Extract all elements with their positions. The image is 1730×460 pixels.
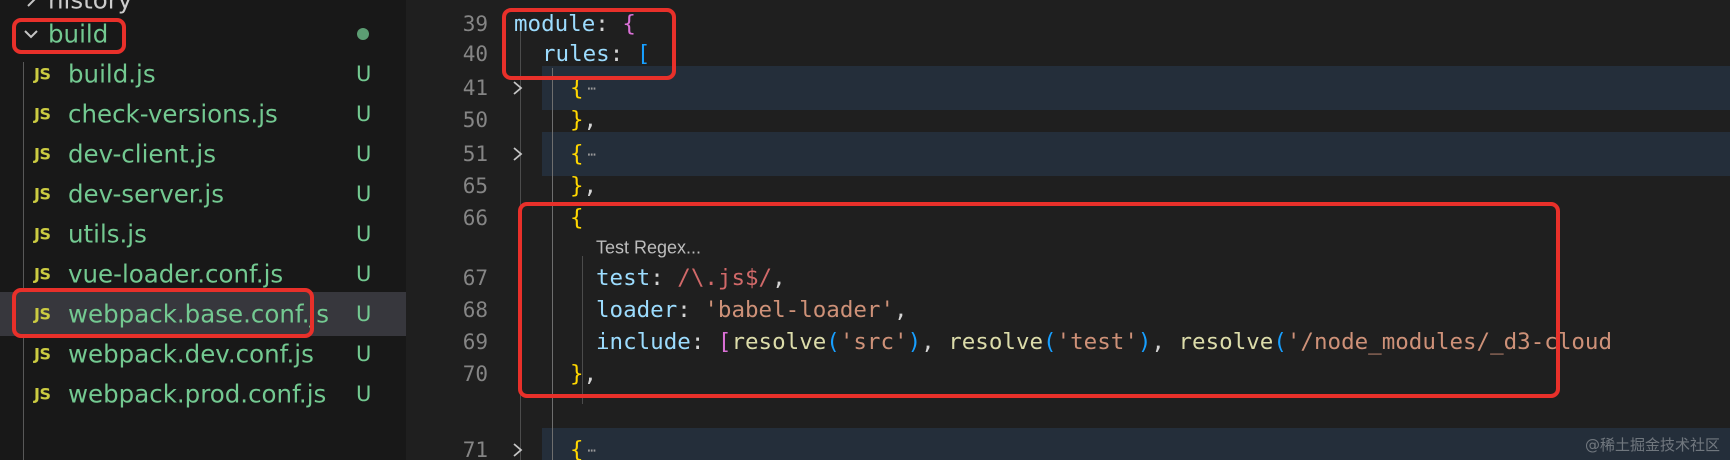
- git-status-badge: U: [356, 382, 372, 406]
- line-number: 40: [462, 42, 488, 66]
- annotation-box-webpack-base-file: [12, 288, 314, 338]
- line-number: 70: [462, 362, 488, 386]
- line-number: 69: [462, 330, 488, 354]
- js-file-icon: JS: [34, 184, 51, 204]
- js-file-icon: JS: [34, 384, 51, 404]
- tree-file-item[interactable]: JS webpack.dev.conf.js U: [0, 332, 406, 376]
- folded-ellipsis: ⋯: [587, 80, 596, 97]
- chevron-right-icon: [27, 0, 36, 7]
- file-label: dev-server.js: [68, 179, 224, 209]
- folded-ellipsis: ⋯: [587, 146, 596, 163]
- tree-file-item[interactable]: JS dev-server.js U: [0, 172, 406, 216]
- line-number: 67: [462, 266, 488, 290]
- js-file-icon: JS: [34, 64, 51, 84]
- file-label: webpack.dev.conf.js: [68, 339, 314, 369]
- js-file-icon: JS: [34, 264, 51, 284]
- git-status-badge: U: [356, 302, 372, 326]
- tree-file-item[interactable]: JS dev-client.js U: [0, 132, 406, 176]
- file-label: vue-loader.conf.js: [68, 259, 284, 289]
- js-file-icon: JS: [34, 224, 51, 244]
- line-number: 71: [462, 438, 488, 460]
- js-file-icon: JS: [34, 144, 51, 164]
- file-label: webpack.prod.conf.js: [68, 379, 327, 409]
- annotation-box-babel-loader-rule: [518, 202, 1560, 398]
- git-status-badge: U: [356, 262, 372, 286]
- fold-chevron-right-icon[interactable]: [510, 145, 526, 163]
- js-file-icon: JS: [34, 104, 51, 124]
- tree-file-item[interactable]: JS utils.js U: [0, 212, 406, 256]
- file-label: utils.js: [68, 219, 147, 249]
- git-status-badge: U: [356, 182, 372, 206]
- watermark: @稀土掘金技术社区: [1584, 436, 1720, 454]
- line-number: 50: [462, 108, 488, 132]
- git-status-badge: U: [356, 102, 372, 126]
- line-number: 51: [462, 142, 488, 166]
- git-status-badge: U: [356, 222, 372, 246]
- line-number: 39: [462, 12, 488, 36]
- js-file-icon: JS: [34, 344, 51, 364]
- line-number: 68: [462, 298, 488, 322]
- file-label: dev-client.js: [68, 139, 216, 169]
- line-number: 65: [462, 174, 488, 198]
- fold-chevron-right-icon[interactable]: [510, 79, 526, 97]
- tree-file-item[interactable]: JS build.js U: [0, 52, 406, 96]
- folded-ellipsis: ⋯: [587, 442, 596, 459]
- code-text: {⋯: [570, 437, 596, 460]
- git-status-badge: U: [356, 142, 372, 166]
- tree-file-item[interactable]: JS webpack.prod.conf.js U: [0, 372, 406, 416]
- annotation-box-build-folder: [12, 18, 126, 54]
- code-line-folded[interactable]: 71 {⋯: [406, 428, 1730, 460]
- tree-file-item[interactable]: JS check-versions.js U: [0, 92, 406, 136]
- file-label: build.js: [68, 59, 156, 89]
- line-number: 66: [462, 206, 488, 230]
- fold-chevron-right-icon[interactable]: [510, 441, 526, 459]
- file-explorer: history build JS build.js U JS check-ver…: [0, 0, 406, 460]
- git-status-badge: U: [356, 342, 372, 366]
- git-status-badge: U: [356, 62, 372, 86]
- code-text: },: [570, 107, 598, 133]
- line-number: 41: [462, 76, 488, 100]
- annotation-box-module-rules: [502, 8, 676, 80]
- code-text: },: [570, 173, 598, 199]
- modified-dot-icon: [357, 28, 369, 40]
- code-text: {⋯: [570, 141, 596, 167]
- file-label: check-versions.js: [68, 99, 278, 129]
